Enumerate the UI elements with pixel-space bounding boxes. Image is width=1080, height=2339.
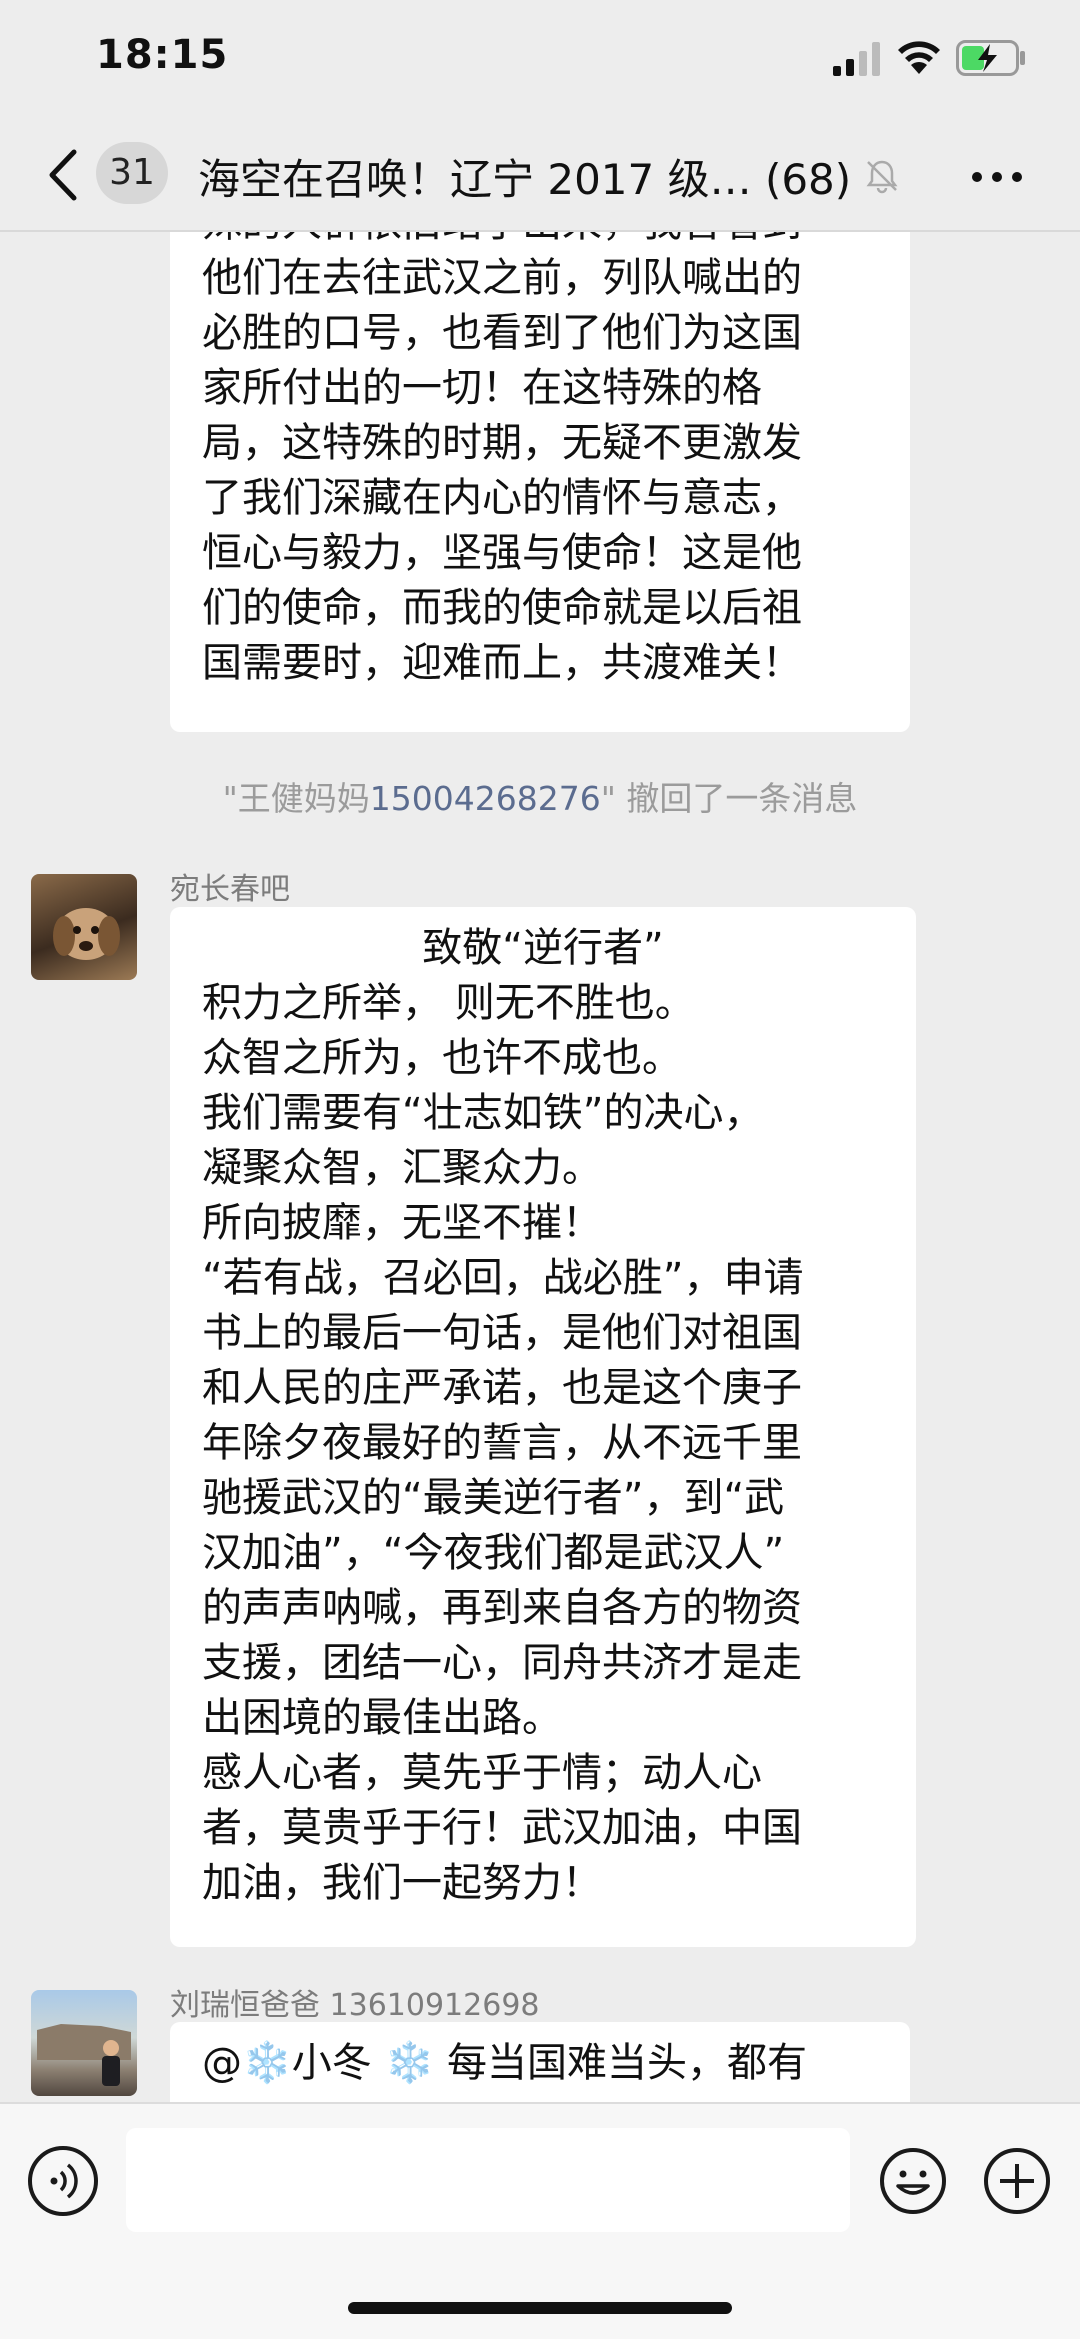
message-line: 和人民的庄严承诺，也是这个庚子 (202, 1365, 802, 1411)
avatar[interactable] (31, 874, 137, 980)
home-indicator[interactable] (348, 2302, 732, 2314)
message-line: 出困境的最佳出路。 (202, 1695, 562, 1741)
recall-notice: "王健妈妈15004268276" 撤回了一条消息 (0, 772, 1080, 820)
message-bubble[interactable]: @❄️小冬 ❄️ 每当国难当头，都有 (170, 2022, 910, 2102)
message-line: 感人心者，莫先乎于情；动人心 (202, 1750, 762, 1796)
message-line: 殊的人群依旧站了出来，我曾看到 (202, 232, 878, 251)
person-avatar-icon (37, 2024, 131, 2086)
message-line: 书上的最后一句话，是他们对祖国 (202, 1310, 802, 1356)
chevron-left-icon[interactable] (46, 148, 82, 202)
recall-suffix: " 撤回了一条消息 (600, 779, 858, 818)
chat-title: 海空在召唤！辽宁 2017 级… (68) (198, 155, 852, 204)
message-line: 的声声呐喊，再到来自各方的物资 (202, 1585, 802, 1631)
message-input[interactable] (126, 2128, 850, 2232)
sender-name: 宛长春吧 (170, 872, 290, 907)
message-line: 局，这特殊的时期，无疑不更激发 (202, 420, 802, 466)
message-line: 众智之所为，也许不成也。 (202, 1035, 682, 1081)
dog-avatar-icon (53, 908, 120, 960)
message-line: 恒心与毅力，坚强与使命！这是他 (202, 530, 802, 576)
cellular-signal-icon (833, 42, 880, 76)
unread-count-badge[interactable]: 31 (96, 142, 168, 204)
voice-icon[interactable] (28, 2146, 98, 2216)
battery-charging-icon (956, 40, 1025, 76)
bell-off-icon (866, 160, 898, 194)
message-line: 驰援武汉的“最美逆行者”，到“武 (202, 1475, 785, 1521)
message-bubble[interactable]: 致敬“逆行者” 积力之所举， 则无不胜也。 众智之所为，也许不成也。 我们需要有… (170, 907, 916, 1947)
status-time: 18:15 (96, 32, 229, 78)
message-line: @❄️小冬 ❄️ 每当国难当头，都有 (202, 2040, 808, 2086)
more-dots-icon[interactable] (970, 170, 1024, 184)
message-line: 所向披靡，无坚不摧！ (202, 1200, 602, 1246)
message-line: 年除夕夜最好的誓言，从不远千里 (202, 1420, 802, 1466)
message-line: 积力之所举， 则无不胜也。 (202, 980, 695, 1026)
message-line: 我们需要有“壮志如铁”的决心， (202, 1090, 764, 1136)
message-line: 加油，我们一起努力！ (202, 1860, 602, 1906)
message-line: 汉加油”，“今夜我们都是武汉人” (202, 1530, 785, 1576)
emoji-icon[interactable] (878, 2146, 948, 2216)
message-line: 国需要时，迎难而上，共渡难关！ (202, 640, 802, 686)
sender-name: 刘瑞恒爸爸 13610912698 (170, 1988, 540, 2023)
message-bubble[interactable]: 殊的人群依旧站了出来，我曾看到 他们在去往武汉之前，列队喊出的 必胜的口号，也看… (170, 232, 910, 732)
plus-icon[interactable] (982, 2146, 1052, 2216)
input-bar (0, 2102, 1080, 2339)
message-line: 了我们深藏在内心的情怀与意志， (202, 475, 802, 521)
message-line: 凝聚众智，汇聚众力。 (202, 1145, 602, 1191)
chat-messages[interactable]: 殊的人群依旧站了出来，我曾看到 他们在去往武汉之前，列队喊出的 必胜的口号，也看… (0, 232, 1080, 2102)
status-bar: 18:15 (0, 0, 1080, 120)
message-title: 致敬“逆行者” (422, 925, 664, 971)
recall-phone-number[interactable]: 15004268276 (370, 779, 601, 818)
message-line: 必胜的口号，也看到了他们为这国 (202, 310, 802, 356)
voice-wave-icon (50, 2163, 78, 2199)
recall-prefix: "王健妈妈 (222, 779, 370, 818)
message-line: 家所付出的一切！在这特殊的格 (202, 365, 762, 411)
message-line: “若有战，召必回，战必胜”，申请 (202, 1255, 804, 1301)
message-line: 他们在去往武汉之前，列队喊出的 (202, 255, 802, 301)
message-line: 支援，团结一心，同舟共济才是走 (202, 1640, 802, 1686)
message-line: 们的使命，而我的使命就是以后祖 (202, 585, 802, 631)
message-line: 者，莫贵乎于行！武汉加油，中国 (202, 1805, 802, 1851)
chat-header: 31 海空在召唤！辽宁 2017 级… (68) (0, 120, 1080, 232)
wifi-icon (898, 41, 940, 74)
avatar[interactable] (31, 1990, 137, 2096)
